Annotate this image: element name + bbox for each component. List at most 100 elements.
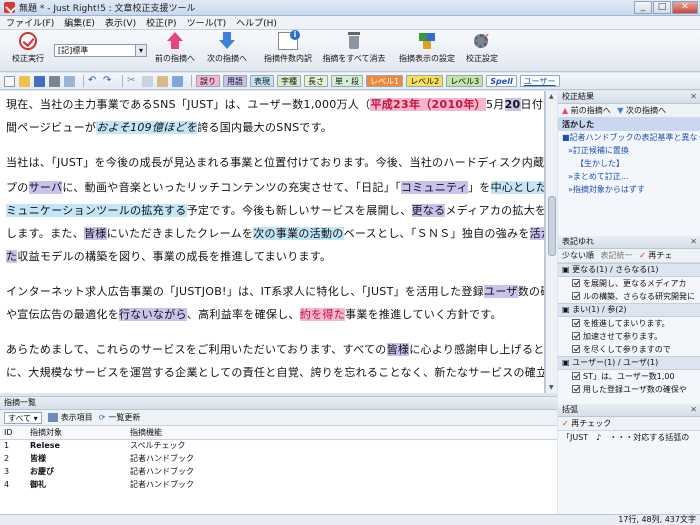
menu-help[interactable]: ヘルプ(H) [236,16,277,29]
variation-row[interactable]: を尽くして参りますので [558,343,700,356]
check-icon [19,32,37,50]
check-icon: ✓ [639,251,646,260]
find-icon[interactable] [172,75,183,87]
separator [122,75,123,87]
tag-level2[interactable]: レベル2 [406,75,444,87]
cell-id: 3 [4,467,10,476]
menu-proof[interactable]: 校正(P) [146,16,176,29]
variation-group[interactable]: ▣ ユーザー(1) / ユーザ(1) [558,356,700,370]
run-check-button[interactable]: 校正実行 [8,32,48,64]
issue-count-label: 指摘件数内訳 [264,54,312,63]
close-button[interactable]: ✕ [672,1,698,14]
cut-icon[interactable]: ✂ [127,75,138,87]
issue-list-title: 指摘一覧 [0,397,557,410]
brackets-row[interactable]: 「JUST ♪ ・・・対応する括弧の [558,431,700,444]
results-prev-button[interactable]: 前の指摘へ [571,106,611,115]
text-line: に、大規模なサービスを運営する企業としての責任と自覚、誇りを忘れることなく、新た… [6,366,545,379]
tag-charset[interactable]: 字種 [277,75,301,87]
results-candidate[interactable]: 【生かした】 [558,157,700,170]
open-folder-icon[interactable] [19,75,30,87]
brackets-recheck-button[interactable]: 再チェック [571,419,611,428]
separator [191,75,192,87]
table-row[interactable]: 1 Relese スペルチェック [0,439,557,452]
variation-group[interactable]: ▣ まい(1) / 参(2) [558,303,700,317]
issue-table: ID 指摘対象 指摘機能 1 Relese スペルチェック 2 皆様 記者ハンド… [0,426,557,491]
prev-issue-button[interactable]: 前の指摘へ [152,32,198,64]
proof-settings-button[interactable]: ✓ 校正設定 [462,32,502,64]
display-settings-label: 指摘表示の設定 [399,54,455,63]
columns-icon [47,413,58,422]
save-icon[interactable] [34,75,45,87]
tag-single-para[interactable]: 単・段 [331,75,363,87]
paste-icon[interactable] [157,75,168,87]
tag-level3[interactable]: レベル3 [446,75,484,87]
variation-row[interactable]: 用した登録ユーザ数の確保や [558,383,700,396]
refresh-list-button[interactable]: 一覧更新 [108,412,140,423]
results-spacer [558,196,700,236]
table-row[interactable]: 3 お慶び 記者ハンドブック [0,465,557,478]
variation-row[interactable]: ST」は、ユーザー数1,00 [558,370,700,383]
document-editor[interactable]: 現在、当社の主力事業であるSNS「JUST」は、ユーザー数1,000万人（平成2… [0,91,545,393]
scroll-up-icon[interactable]: ▲ [549,93,554,100]
tag-term[interactable]: 用語 [223,75,247,87]
arrow-down-icon: ▼ [617,106,624,115]
gear-check-icon: ✓ [472,32,492,50]
filter-select[interactable]: すべて ▾ [4,411,42,424]
results-exclude-link[interactable]: »指摘対象からはずす [558,183,700,196]
preview-icon[interactable] [64,75,75,87]
minimize-button[interactable]: _ [634,1,652,14]
cell-id: 4 [4,480,10,489]
scroll-thumb[interactable] [548,196,556,256]
results-item[interactable]: ■記者ハンドブックの表記基準と異なっ [558,131,700,144]
sort-button[interactable]: 少ない順 [562,251,594,260]
issue-list-toolbar: すべて ▾ 表示項目 ⟳ 一覧更新 [0,410,557,426]
proof-settings-label: 校正設定 [466,54,498,63]
scroll-down-icon[interactable]: ▼ [549,384,554,391]
cubes-icon [417,32,437,50]
trash-icon [344,32,364,50]
column-header[interactable]: 指摘対象 [26,426,126,440]
column-header[interactable]: ID [0,426,26,440]
menu-file[interactable]: ファイル(F) [6,16,54,29]
clear-issues-button[interactable]: 指摘をすべて消去 [322,32,386,64]
main-toolbar: 校正実行 [記]標準 前の指摘へ 次の指摘へ 指摘件数内訳 指摘をすべて消去 指… [0,30,700,72]
tag-level1[interactable]: レベル1 [366,75,404,87]
display-items-button[interactable]: 表示項目 [61,412,93,423]
issue-count-button[interactable]: 指摘件数内訳 [262,30,314,64]
tag-length[interactable]: 長さ [304,75,328,87]
results-replace-link[interactable]: »訂正候補に置換 [558,144,700,157]
maximize-button[interactable]: □ [653,1,671,14]
variation-row[interactable]: を推進してまいります。 [558,317,700,330]
undo-icon[interactable]: ↶ [88,75,99,87]
variation-row[interactable]: 加速させて参ります。 [558,330,700,343]
unify-button[interactable]: 表記統一 [601,251,633,260]
tag-expression[interactable]: 表現 [250,75,274,87]
copy-icon[interactable] [142,75,153,87]
standard-select[interactable]: [記]標準 [54,44,147,57]
results-batch-link[interactable]: »まとめて訂正... [558,170,700,183]
print-icon[interactable] [49,75,60,87]
tag-error[interactable]: 誤り [196,75,220,87]
tag-user[interactable]: ユーザー [519,75,560,87]
redo-icon[interactable]: ↷ [103,75,114,87]
tag-spell[interactable]: Spell [486,75,517,87]
text-line: あらためまして、これらのサービスをご利用いただいております、すべての皆様に心より… [6,343,545,356]
new-file-icon[interactable] [4,75,15,87]
results-next-button[interactable]: 次の指摘へ [626,106,666,115]
variation-recheck-button[interactable]: 再チェ [648,251,672,260]
window-controls: _ □ ✕ [633,1,698,14]
next-issue-button[interactable]: 次の指摘へ [204,32,250,64]
editor-scrollbar[interactable]: ▲ ▼ [545,91,557,393]
variation-row[interactable]: ルの構築、さらなる研究開発に [558,290,700,303]
menu-tools[interactable]: ツール(T) [187,16,227,29]
table-row[interactable]: 4 御礼 記者ハンドブック [0,478,557,491]
display-settings-button[interactable]: 指摘表示の設定 [398,32,456,64]
variation-group[interactable]: ▣ 更なる(1) / さらなる(1) [558,263,700,277]
menu-edit[interactable]: 編集(E) [64,16,95,29]
variation-row[interactable]: を展開し、更なるメディアカ [558,277,700,290]
column-header[interactable]: 指摘機能 [126,426,557,440]
menu-view[interactable]: 表示(V) [105,16,136,29]
table-row[interactable]: 2 皆様 記者ハンドブック [0,452,557,465]
cell-function: スペルチェック [130,441,186,451]
arrow-down-icon [217,32,237,50]
